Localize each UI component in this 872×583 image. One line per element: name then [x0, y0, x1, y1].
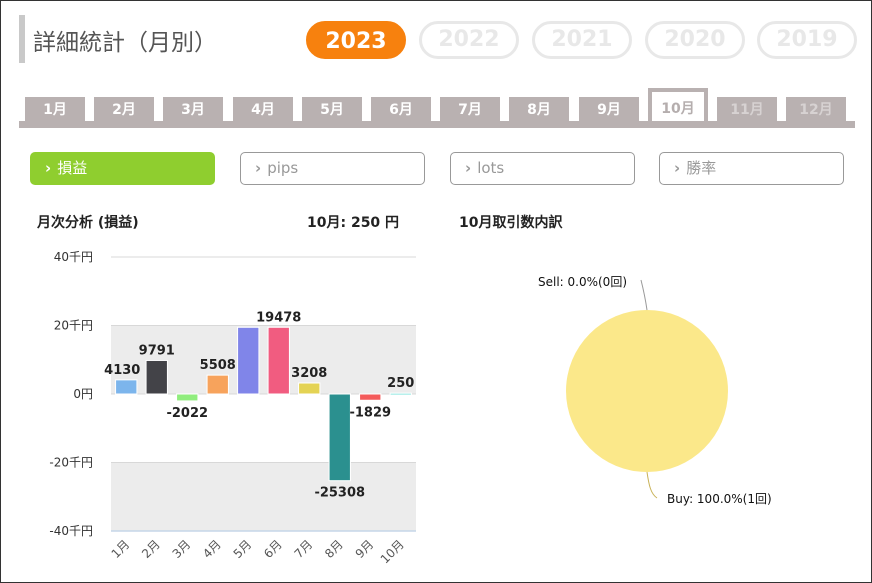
data-label: 250	[387, 376, 414, 391]
tab-month-8[interactable]: 8月	[509, 97, 569, 123]
y-tick-label: 20千円	[54, 319, 93, 333]
page-title: 詳細統計（月別）	[33, 30, 217, 56]
pie-slice-buy[interactable]	[566, 310, 728, 472]
title-accent-bar	[19, 15, 25, 63]
bar-10月[interactable]	[389, 392, 412, 396]
x-tick-label: 1月	[109, 537, 133, 561]
bar-3月[interactable]	[176, 393, 199, 402]
category-label: lots	[477, 159, 505, 177]
year-button-2020[interactable]: 2020	[645, 21, 745, 59]
data-label: 9791	[139, 343, 175, 358]
data-label: -2022	[166, 406, 208, 421]
bar-chart-title: 月次分析 (損益)	[37, 215, 139, 231]
category-label: 勝率	[686, 159, 717, 177]
year-button-2023[interactable]: 2023	[306, 21, 406, 59]
year-button-2022[interactable]: 2022	[419, 21, 519, 59]
tab-month-1[interactable]: 1月	[25, 97, 85, 123]
data-label: 19478	[256, 310, 301, 325]
data-label: -1829	[349, 405, 391, 420]
bar-5月[interactable]	[237, 326, 260, 395]
sell-connector	[640, 279, 648, 311]
x-tick-label: 5月	[231, 537, 255, 561]
pie-chart-title: 10月取引数内訳	[459, 215, 563, 231]
x-tick-label: 2月	[139, 537, 163, 561]
pie-label-buy: Buy: 100.0%(1回)	[667, 492, 772, 506]
month-total: 10月: 250 円	[307, 215, 400, 231]
chevron-right-icon: ›	[45, 159, 52, 177]
x-tick-label: 9月	[353, 537, 377, 561]
month-tabs-baseline	[19, 121, 855, 128]
tab-month-6[interactable]: 6月	[371, 97, 431, 123]
y-tick-label: -20千円	[49, 456, 93, 470]
tab-month-10[interactable]: 10月	[648, 88, 708, 122]
bar-2月[interactable]	[145, 359, 168, 395]
y-tick-label: -40千円	[49, 524, 93, 538]
tab-month-7[interactable]: 7月	[440, 97, 500, 123]
tab-month-9[interactable]: 9月	[579, 97, 639, 123]
category-button-win-rate[interactable]: › 勝率	[659, 152, 844, 185]
y-tick-label: 40千円	[54, 250, 93, 264]
category-label: pips	[267, 159, 299, 177]
buy-connector	[646, 471, 658, 499]
tab-month-3[interactable]: 3月	[163, 97, 223, 123]
tab-month-2[interactable]: 2月	[94, 97, 154, 123]
year-button-2021[interactable]: 2021	[532, 21, 632, 59]
x-tick-label: 6月	[261, 537, 285, 561]
page-frame: 詳細統計（月別） 2023 2022 2021 2020 2019 1月 2月 3月 4月 5月…	[0, 0, 872, 583]
bar-8月[interactable]	[328, 393, 351, 482]
category-label: 損益	[57, 159, 88, 177]
plot-band	[111, 462, 416, 531]
chevron-right-icon: ›	[674, 159, 681, 177]
tab-month-4[interactable]: 4月	[233, 97, 293, 123]
bar-6月[interactable]	[267, 326, 290, 395]
pie-label-sell: Sell: 0.0%(0回)	[538, 275, 627, 289]
category-button-profit[interactable]: › 損益	[30, 152, 215, 185]
trade-breakdown-pie-chart: Sell: 0.0%(0回) Buy: 100.0%(1回)	[538, 275, 772, 506]
x-tick-label: 8月	[322, 537, 346, 561]
data-label: -25308	[314, 486, 365, 501]
x-tick-label: 10月	[378, 537, 407, 566]
bar-1月[interactable]	[115, 379, 138, 395]
tab-month-5[interactable]: 5月	[302, 97, 362, 123]
category-button-pips[interactable]: › pips	[240, 152, 425, 185]
category-button-lots[interactable]: › lots	[450, 152, 635, 185]
chevron-right-icon: ›	[465, 159, 472, 177]
x-tick-label: 7月	[292, 537, 316, 561]
x-tick-label: 4月	[200, 537, 224, 561]
data-label: 4130	[104, 363, 140, 378]
monthly-bar-chart: 40千円 20千円 0円 -20千円 -40千円 4130 1月 9791 2月 -2022 3月 5…	[49, 250, 416, 566]
chevron-right-icon: ›	[255, 159, 262, 177]
bar-4月[interactable]	[206, 374, 229, 395]
y-tick-label: 0円	[73, 387, 93, 401]
year-button-2019[interactable]: 2019	[757, 21, 857, 59]
tab-month-11[interactable]: 11月	[717, 97, 777, 123]
tab-month-12[interactable]: 12月	[786, 97, 846, 123]
data-label: 5508	[200, 358, 236, 373]
data-label: 3208	[291, 366, 327, 381]
bar-7月[interactable]	[298, 382, 321, 395]
bar-9月[interactable]	[359, 393, 382, 401]
x-tick-label: 3月	[170, 537, 194, 561]
